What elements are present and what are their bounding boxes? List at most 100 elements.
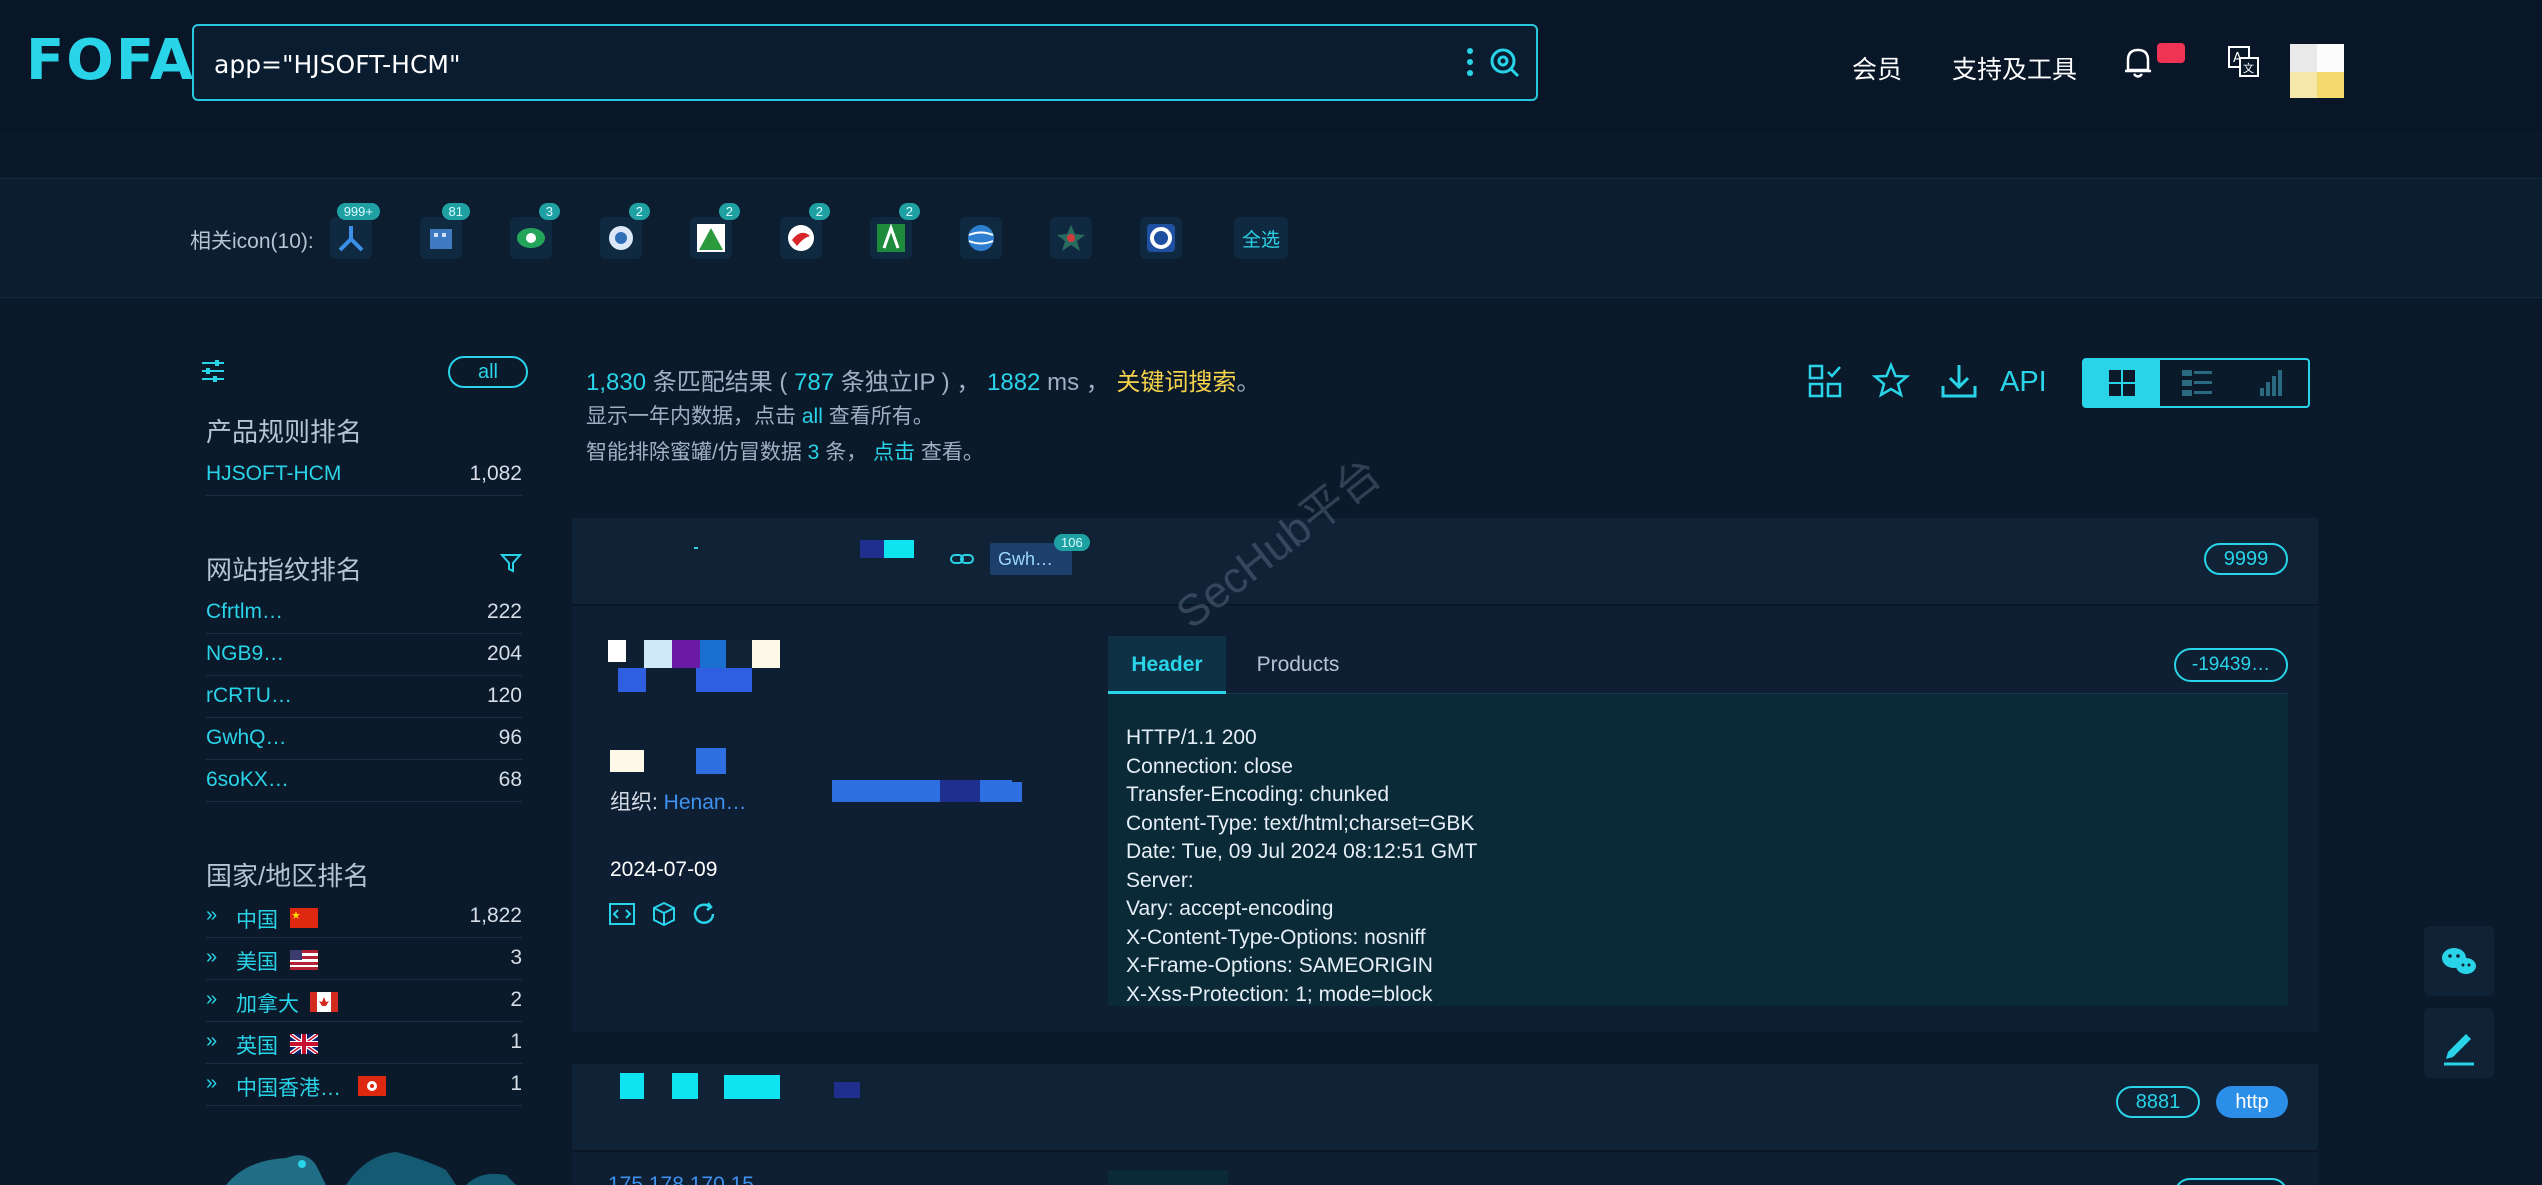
green-eye-logo-icon[interactable]: 3 bbox=[510, 203, 560, 259]
country-row[interactable]: » 加拿大 2 bbox=[206, 982, 522, 1022]
lanxin-logo-icon[interactable]: 999+ bbox=[330, 203, 380, 259]
country-row[interactable]: » 美国 3 bbox=[206, 940, 522, 980]
tag-count-badge: 106 bbox=[1054, 534, 1090, 551]
result-card-header bbox=[572, 518, 2318, 606]
code-view-icon[interactable] bbox=[608, 900, 636, 928]
expand-chevron-icon[interactable]: » bbox=[206, 1030, 217, 1053]
header-line: HTTP/1.1 200 bbox=[1126, 726, 1257, 749]
star-icon[interactable] bbox=[1872, 362, 1910, 400]
green-a-logo-icon[interactable]: 2 bbox=[870, 203, 920, 259]
funnel-filter-icon[interactable] bbox=[500, 552, 522, 574]
globe-logo-icon[interactable] bbox=[960, 217, 1002, 259]
redacted-block bbox=[694, 547, 698, 549]
redacted-block bbox=[832, 780, 1012, 802]
http-header-content: HTTP/1.1 200 Connection: close Transfer-… bbox=[1108, 694, 2288, 1006]
more-options-icon[interactable] bbox=[1466, 48, 1474, 78]
refresh-icon[interactable] bbox=[690, 900, 718, 928]
header-line: Content-Type: text/html;charset=GBK bbox=[1126, 811, 1475, 835]
star-emblem-logo-icon[interactable] bbox=[1050, 217, 1092, 259]
tab-header[interactable]: Header bbox=[1108, 636, 1226, 694]
fingerprint-row[interactable]: rCRTU… 120 bbox=[206, 678, 522, 718]
link-icon[interactable] bbox=[950, 551, 974, 567]
flag-us-icon bbox=[290, 950, 318, 970]
fingerprint-row[interactable]: GwhQ… 96 bbox=[206, 720, 522, 760]
icon-count-badge: 2 bbox=[718, 203, 740, 220]
settings-sliders-icon[interactable] bbox=[200, 358, 226, 384]
nav-support-tools[interactable]: 支持及工具 bbox=[1952, 50, 2077, 86]
view-excluded-link[interactable]: 点击 bbox=[873, 441, 915, 464]
wechat-icon bbox=[2442, 948, 2476, 974]
port-badge[interactable]: 9999 bbox=[2204, 543, 2288, 575]
country-rank-title: 国家/地区排名 bbox=[206, 861, 370, 891]
expand-chevron-icon[interactable]: » bbox=[206, 988, 217, 1011]
search-input[interactable]: app="HJSOFT-HCM" bbox=[214, 50, 460, 79]
stats-view-button[interactable] bbox=[2234, 360, 2308, 406]
top-header: FOFA app="HJSOFT-HCM" 会员 支持及工具 A 文 bbox=[0, 0, 2542, 133]
icon-count-badge: 2 bbox=[808, 203, 830, 220]
redacted-block bbox=[700, 640, 726, 668]
country-row[interactable]: » 英国 1 bbox=[206, 1024, 522, 1064]
product-rank-row[interactable]: HJSOFT-HCM 1,082 bbox=[206, 456, 522, 496]
show-all-link[interactable]: all bbox=[802, 405, 823, 428]
nav-member[interactable]: 会员 bbox=[1852, 50, 1902, 86]
grid-view-button[interactable] bbox=[2084, 360, 2160, 406]
hash-badge-partial[interactable] bbox=[2174, 1178, 2288, 1185]
api-button[interactable]: API bbox=[2000, 366, 2047, 399]
fingerprint-row[interactable]: NGB9… 204 bbox=[206, 636, 522, 676]
fingerprint-row[interactable]: 6soKX… 68 bbox=[206, 762, 522, 802]
svg-text:文: 文 bbox=[2243, 61, 2254, 75]
port-badge[interactable]: 8881 bbox=[2116, 1086, 2200, 1118]
batch-select-icon[interactable] bbox=[1806, 362, 1844, 400]
expand-chevron-icon[interactable]: » bbox=[206, 904, 217, 927]
tab-products[interactable]: Products bbox=[1238, 636, 1358, 694]
fingerprint-row[interactable]: Cfrtlm… 222 bbox=[206, 594, 522, 634]
blue-c-logo-icon[interactable] bbox=[1140, 217, 1182, 259]
query-time: 1882 bbox=[987, 369, 1041, 396]
icon-count-badge: 2 bbox=[898, 203, 920, 220]
flag-hk-icon bbox=[358, 1076, 386, 1096]
country-row[interactable]: » 中国 1,822 bbox=[206, 898, 522, 938]
bell-icon[interactable] bbox=[2120, 44, 2156, 80]
user-avatar[interactable] bbox=[2290, 44, 2344, 98]
select-all-button[interactable]: 全选 bbox=[1234, 217, 1288, 259]
expand-chevron-icon[interactable]: » bbox=[206, 1072, 217, 1095]
feedback-edit-button[interactable] bbox=[2424, 1008, 2494, 1078]
green-mountain-logo-icon[interactable]: 2 bbox=[690, 203, 740, 259]
redacted-block bbox=[672, 640, 700, 668]
redacted-block bbox=[1108, 1170, 1228, 1185]
translate-icon[interactable]: A 文 bbox=[2226, 44, 2260, 80]
flag-gb-icon bbox=[290, 1034, 318, 1054]
icon-hash-badge[interactable]: -19439… bbox=[2174, 648, 2288, 682]
grid-view-icon bbox=[2109, 370, 2135, 396]
blue-circle-logo-icon[interactable]: 2 bbox=[600, 203, 650, 259]
ip-address-link[interactable]: 175.178.170.15 bbox=[608, 1174, 754, 1185]
wechat-contact-button[interactable] bbox=[2424, 926, 2494, 996]
building-logo-icon[interactable]: 81 bbox=[420, 203, 470, 259]
download-icon[interactable] bbox=[1940, 362, 1978, 400]
header-line: Date: Tue, 09 Jul 2024 08:12:51 GMT bbox=[1126, 840, 1478, 863]
organization-link[interactable]: Henan… bbox=[664, 791, 747, 814]
red-bird-logo-icon[interactable]: 2 bbox=[780, 203, 830, 259]
icon-count-badge: 81 bbox=[441, 203, 470, 220]
fofa-logo[interactable]: FOFA bbox=[26, 28, 195, 93]
redacted-block bbox=[620, 1073, 644, 1099]
world-map-image bbox=[226, 1152, 516, 1185]
total-count: 1,830 bbox=[586, 369, 647, 396]
list-view-button[interactable] bbox=[2160, 360, 2234, 406]
protocol-badge[interactable]: http bbox=[2216, 1086, 2288, 1118]
expand-chevron-icon[interactable]: » bbox=[206, 946, 217, 969]
search-bar[interactable]: app="HJSOFT-HCM" bbox=[192, 24, 1538, 101]
keyword-search-link[interactable]: 关键词搜索 bbox=[1116, 369, 1236, 396]
one-year-note: 显示一年内数据，点击 all 查看所有。 bbox=[586, 405, 934, 428]
header-line: Server: bbox=[1126, 868, 1194, 892]
redacted-block bbox=[834, 1082, 860, 1098]
search-icon[interactable] bbox=[1488, 46, 1520, 78]
redacted-block bbox=[940, 780, 980, 802]
cube-icon[interactable] bbox=[650, 900, 678, 928]
pencil-icon bbox=[2444, 1034, 2474, 1066]
country-row[interactable]: » 中国香港… 1 bbox=[206, 1066, 522, 1106]
results-summary: 1,830 条匹配结果 ( 787 条独立IP ) ， 1882 ms ， 关键… bbox=[586, 369, 1261, 396]
all-filter-button[interactable]: all bbox=[448, 356, 528, 388]
view-mode-toggle[interactable] bbox=[2082, 358, 2310, 408]
redacted-block bbox=[752, 640, 780, 668]
